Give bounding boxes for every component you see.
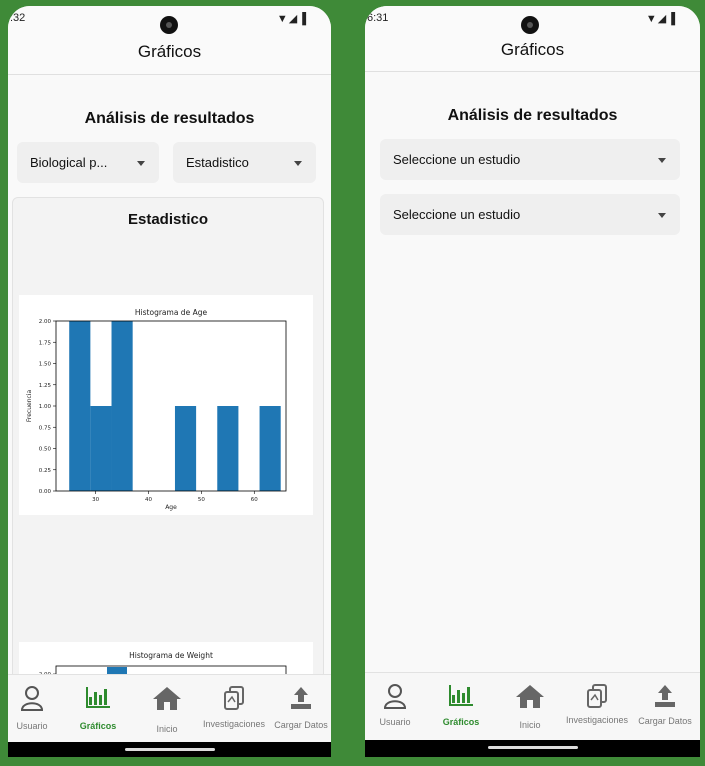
status-time: 6:31 — [367, 12, 389, 24]
x-tick-label: 60 — [251, 497, 258, 503]
y-axis-label: Frecuencia — [26, 390, 33, 423]
bottom-navigation: Usuario Gráficos Inicio Investigaciones Carg… — [8, 674, 331, 743]
status-icons: ▼◢▐ — [645, 13, 676, 25]
y-tick-label: 1.00 — [39, 404, 52, 410]
study-dropdown-1-value: Seleccione un estudio — [393, 152, 521, 167]
chevron-down-icon — [137, 161, 145, 166]
analysis-type-dropdown[interactable]: Estadistico — [173, 142, 316, 183]
nav-item-gr-ficos[interactable]: Gráficos — [428, 673, 494, 741]
analysis-type-dropdown-value: Estadistico — [186, 155, 249, 170]
chart-title: Histograma de Age — [135, 308, 208, 317]
x-tick-label: 30 — [92, 497, 99, 503]
histogram-bar — [174, 406, 197, 491]
gesture-bar — [365, 740, 700, 757]
page-title: Gráficos — [137, 42, 202, 61]
age-histogram-svg: Histograma de Age 0.00 0.25 0.50 0.75 1.00 1.2… — [26, 308, 287, 511]
home-indicator[interactable] — [124, 748, 215, 751]
status-time: :32 — [10, 12, 26, 24]
y-tick-label: 0.50 — [39, 447, 52, 453]
camera-cutout-icon — [160, 16, 178, 34]
y-tick-label: 1.50 — [39, 362, 52, 368]
nav-item-inicio[interactable]: Inicio — [497, 673, 563, 741]
chart-title: Histograma de Weight — [129, 651, 213, 660]
histogram-bar — [90, 406, 112, 491]
y-tick-label: 0.75 — [39, 425, 52, 431]
nav-label: Cargar Datos — [274, 720, 328, 730]
histogram-bar — [111, 321, 133, 491]
app-bar: 6:31 ▼◢▐ Gráficos — [365, 6, 700, 72]
x-axis-label: Age — [165, 504, 177, 511]
section-title: Análisis de resultados — [84, 110, 255, 127]
nav-item-usuario[interactable]: Usuario — [365, 673, 428, 741]
camera-cutout-icon — [521, 16, 539, 34]
y-tick-label: 0.00 — [39, 489, 52, 495]
left-phone-screen: :32 ▼◢▐ Gráficos Análisis de resultados … — [8, 6, 331, 757]
study-dropdown[interactable]: Biological p... — [17, 142, 159, 183]
nav-item-cargar-datos[interactable]: Cargar Datos — [268, 675, 331, 743]
x-tick-label: 50 — [198, 497, 205, 503]
nav-item-investigaciones[interactable]: Investigaciones — [201, 675, 267, 743]
y-tick-label: 2.00 — [39, 319, 52, 325]
nav-label: Cargar Datos — [638, 716, 692, 726]
card-title: Estadistico — [127, 211, 209, 228]
nav-item-investigaciones[interactable]: Investigaciones — [564, 673, 630, 741]
results-card: Estadistico Histograma de Age 0.00 0.25 0.5… — [12, 197, 324, 727]
home-indicator[interactable] — [487, 746, 578, 749]
chevron-down-icon — [658, 213, 666, 218]
x-tick-label: 40 — [145, 497, 152, 503]
study-dropdown-2[interactable]: Seleccione un estudio — [380, 194, 680, 235]
y-tick-label: 1.25 — [39, 383, 52, 389]
gesture-bar — [8, 742, 331, 757]
y-tick-label: 1.75 — [39, 340, 52, 346]
status-icons: ▼◢▐ — [276, 13, 307, 25]
section-title: Análisis de resultados — [447, 107, 618, 124]
study-dropdown-value: Biological p... — [30, 155, 108, 170]
study-dropdown-2-value: Seleccione un estudio — [393, 207, 521, 222]
nav-item-cargar-datos[interactable]: Cargar Datos — [632, 673, 698, 741]
y-tick-label: 0.25 — [39, 468, 52, 474]
app-bar: :32 ▼◢▐ Gráficos — [8, 6, 331, 75]
page-title: Gráficos — [500, 40, 565, 59]
study-dropdown-1[interactable]: Seleccione un estudio — [380, 139, 680, 180]
chevron-down-icon — [294, 161, 302, 166]
histogram-bar — [217, 406, 239, 491]
right-phone-screen: 6:31 ▼◢▐ Gráficos Análisis de resultados… — [365, 6, 700, 757]
nav-item-gr-ficos[interactable]: Gráficos — [65, 675, 131, 743]
histogram-bar — [259, 406, 281, 491]
histogram-bar — [69, 321, 91, 491]
bottom-navigation: Usuario Gráficos Inicio Investigaciones Carg… — [365, 672, 700, 741]
nav-item-inicio[interactable]: Inicio — [134, 675, 200, 743]
age-histogram-chart: Histograma de Age 0.00 0.25 0.50 0.75 1.00 1.2… — [19, 295, 313, 515]
chevron-down-icon — [658, 158, 666, 163]
nav-item-usuario[interactable]: Usuario — [8, 675, 65, 743]
